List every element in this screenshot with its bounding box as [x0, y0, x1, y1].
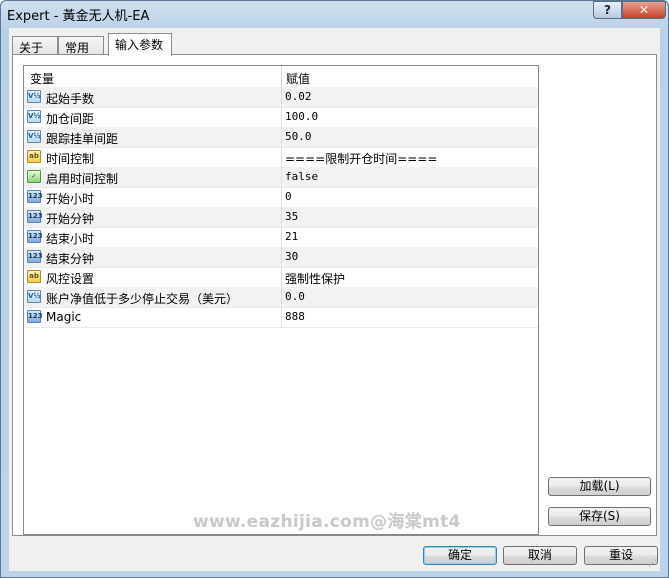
cell-divider — [281, 287, 282, 307]
parameter-name: 加仓间距 — [46, 112, 95, 126]
tab-common[interactable]: 常用 — [58, 36, 104, 55]
cell-divider — [281, 227, 282, 247]
parameter-name: 启用时间控制 — [46, 172, 119, 186]
resize-grip-icon[interactable]: ⋰ — [648, 559, 658, 569]
parameter-value[interactable]: ====限制开仓时间==== — [285, 150, 437, 167]
parameter-value[interactable]: 强制性保护 — [285, 270, 345, 287]
cancel-button[interactable]: 取消 — [503, 546, 577, 565]
double-type-icon: V½ — [27, 90, 41, 103]
load-button[interactable]: 加载(L) — [548, 477, 651, 496]
column-divider[interactable] — [281, 66, 282, 87]
help-button[interactable]: ? — [593, 1, 622, 19]
parameter-name: 结束小时 — [46, 232, 95, 246]
parameter-name: 开始小时 — [46, 192, 95, 206]
window-title: Expert - 黃金无人机-EA — [7, 9, 150, 24]
parameter-value[interactable]: 50.0 — [285, 130, 312, 143]
close-button[interactable]: ✕ — [622, 1, 666, 19]
parameter-row[interactable]: V½ 起始手数 0.02 — [24, 87, 538, 108]
parameter-row[interactable]: 123 结束小时 21 — [24, 227, 538, 248]
parameter-row[interactable]: 123 开始小时 0 — [24, 187, 538, 208]
double-type-icon: V½ — [27, 130, 41, 143]
string-type-icon: ab — [27, 150, 41, 163]
parameter-row[interactable]: V½ 跟踪挂单间距 50.0 — [24, 127, 538, 148]
grid-header: 变量 赋值 — [24, 66, 538, 88]
integer-type-icon: 123 — [27, 310, 43, 323]
ok-button[interactable]: 确定 — [423, 546, 497, 565]
tab-inputs[interactable]: 输入参数 — [108, 33, 172, 56]
parameter-row[interactable]: ✓ 启用时间控制 false — [24, 167, 538, 188]
string-type-icon: ab — [27, 270, 41, 283]
parameter-row[interactable]: 123 结束分钟 30 — [24, 247, 538, 268]
parameter-value[interactable]: 0 — [285, 190, 292, 203]
cell-divider — [281, 247, 282, 267]
inputs-tab-panel: 变量 赋值 V½ 起始手数 0.02 V½ 加仓间距 100.0 V½ 跟踪挂单间距 50.0 a… — [12, 54, 657, 536]
parameter-value[interactable]: false — [285, 170, 318, 183]
watermark-text: www.eazhijia.com@海棠mt4 — [193, 512, 461, 532]
cell-divider — [281, 207, 282, 227]
parameter-value[interactable]: 21 — [285, 230, 298, 243]
parameter-name: 起始手数 — [46, 92, 95, 106]
parameter-value[interactable]: 888 — [285, 310, 305, 323]
tab-about[interactable]: 关于 — [12, 36, 58, 55]
cell-divider — [281, 167, 282, 187]
parameter-name: 风控设置 — [46, 272, 95, 286]
cell-divider — [281, 147, 282, 167]
integer-type-icon: 123 — [27, 210, 43, 223]
parameter-value[interactable]: 100.0 — [285, 110, 318, 123]
double-type-icon: V½ — [27, 290, 41, 303]
dialog-body: 关于 常用 输入参数 变量 赋值 V½ 起始手数 0.02 V½ 加仓间距 100.0 V½… — [9, 28, 660, 571]
double-type-icon: V½ — [27, 110, 41, 123]
parameter-name: 时间控制 — [46, 152, 95, 166]
parameter-row[interactable]: ab 时间控制 ====限制开仓时间==== — [24, 147, 538, 168]
cell-divider — [281, 87, 282, 107]
parameter-row[interactable]: ab 风控设置 强制性保护 — [24, 267, 538, 288]
save-button[interactable]: 保存(S) — [548, 507, 651, 526]
reset-button[interactable]: 重设 — [584, 546, 658, 565]
parameter-value[interactable]: 0.02 — [285, 90, 312, 103]
cell-divider — [281, 307, 282, 327]
parameter-value[interactable]: 0.0 — [285, 290, 305, 303]
title-bar[interactable]: Expert - 黃金无人机-EA ? ✕ — [1, 1, 668, 27]
cell-divider — [281, 107, 282, 127]
parameter-row[interactable]: V½ 加仓间距 100.0 — [24, 107, 538, 128]
parameter-name: 开始分钟 — [46, 212, 95, 226]
parameter-value[interactable]: 35 — [285, 210, 298, 223]
bool-type-icon: ✓ — [27, 170, 41, 183]
parameter-name: 跟踪挂单间距 — [46, 132, 119, 146]
cell-divider — [281, 187, 282, 207]
cell-divider — [281, 267, 282, 287]
integer-type-icon: 123 — [27, 230, 43, 243]
integer-type-icon: 123 — [27, 250, 43, 263]
expert-dialog-window: Expert - 黃金无人机-EA ? ✕ 关于 常用 输入参数 变量 赋值 V… — [0, 0, 669, 578]
cell-divider — [281, 127, 282, 147]
inputs-grid: 变量 赋值 V½ 起始手数 0.02 V½ 加仓间距 100.0 V½ 跟踪挂单间距 50.0 a… — [23, 65, 539, 535]
parameter-name: Magic — [46, 310, 82, 324]
parameter-name: 结束分钟 — [46, 252, 95, 266]
integer-type-icon: 123 — [27, 190, 43, 203]
parameter-row[interactable]: V½ 账户净值低于多少停止交易（美元） 0.0 — [24, 287, 538, 308]
parameter-value[interactable]: 30 — [285, 250, 298, 263]
parameter-name: 账户净值低于多少停止交易（美元） — [46, 292, 239, 306]
parameter-row[interactable]: 123 开始分钟 35 — [24, 207, 538, 228]
column-header-variable[interactable]: 变量 — [30, 70, 54, 87]
parameter-row[interactable]: 123 Magic 888 — [24, 307, 538, 328]
column-header-value[interactable]: 赋值 — [286, 70, 310, 87]
